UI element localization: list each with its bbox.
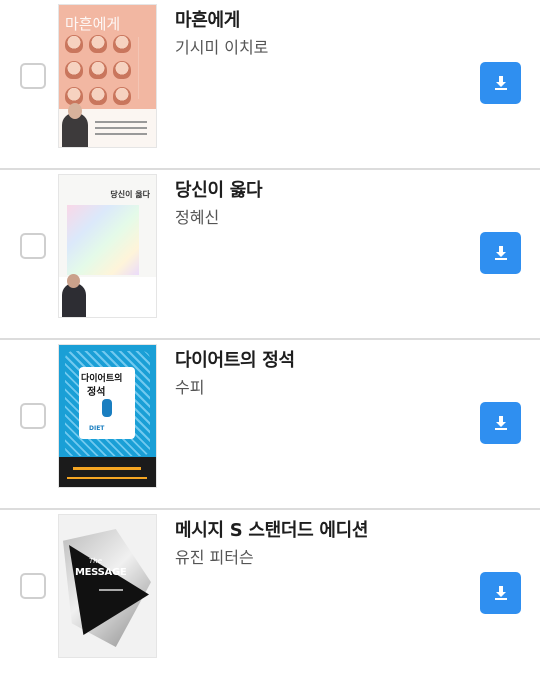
book-title[interactable]: 당신이 옳다 (175, 176, 263, 202)
book-title[interactable]: 메시지 S 스탠더드 에디션 (175, 516, 368, 542)
select-checkbox[interactable] (20, 403, 46, 429)
select-checkbox[interactable] (20, 233, 46, 259)
download-button[interactable] (480, 62, 521, 104)
cover-illustration (67, 205, 139, 275)
book-cover[interactable]: 다이어트의 정석 DIET (59, 345, 156, 487)
cover-subtitle: 정석 (87, 387, 106, 398)
author-photo (62, 103, 88, 147)
download-button[interactable] (480, 572, 521, 614)
download-icon (494, 586, 507, 600)
cover-band (59, 103, 156, 147)
cover-title-prefix: The (89, 557, 103, 565)
list-item[interactable]: 다이어트의 정석 DIET 다이어트의 정석 수피 (0, 340, 540, 510)
cover-title: MESSAGE (75, 567, 127, 578)
book-author: 수피 (175, 378, 205, 397)
cover-illustration (62, 33, 134, 111)
cover-title: 당신이 옳다 (110, 190, 150, 199)
book-list: 마흔에게 마흔에게 기시미 이치로 당신이 옳다 당신이 옳다 정혜신 다이어트… (0, 0, 540, 675)
book-author: 유진 피터슨 (175, 548, 254, 567)
cover-title: 마흔에게 (65, 15, 121, 33)
list-item[interactable]: 당신이 옳다 당신이 옳다 정혜신 (0, 170, 540, 340)
book-cover[interactable]: 마흔에게 (59, 5, 156, 147)
select-checkbox[interactable] (20, 573, 46, 599)
download-icon (494, 416, 507, 430)
book-title[interactable]: 다이어트의 정석 (175, 346, 295, 372)
select-checkbox[interactable] (20, 63, 46, 89)
cover-band (59, 457, 156, 487)
book-cover[interactable]: The MESSAGE (59, 515, 156, 657)
download-button[interactable] (480, 402, 521, 444)
book-title[interactable]: 마흔에게 (175, 6, 240, 32)
figure-icon (102, 399, 112, 417)
book-cover[interactable]: 당신이 옳다 (59, 175, 156, 317)
list-item[interactable]: 마흔에게 마흔에게 기시미 이치로 (0, 0, 540, 170)
book-author: 기시미 이치로 (175, 38, 269, 57)
download-icon (494, 76, 507, 90)
download-icon (494, 246, 507, 260)
list-item[interactable]: The MESSAGE 메시지 S 스탠더드 에디션 유진 피터슨 (0, 510, 540, 675)
author-photo (62, 274, 86, 317)
book-author: 정혜신 (175, 208, 220, 227)
download-button[interactable] (480, 232, 521, 274)
cover-tag: DIET (89, 425, 105, 432)
